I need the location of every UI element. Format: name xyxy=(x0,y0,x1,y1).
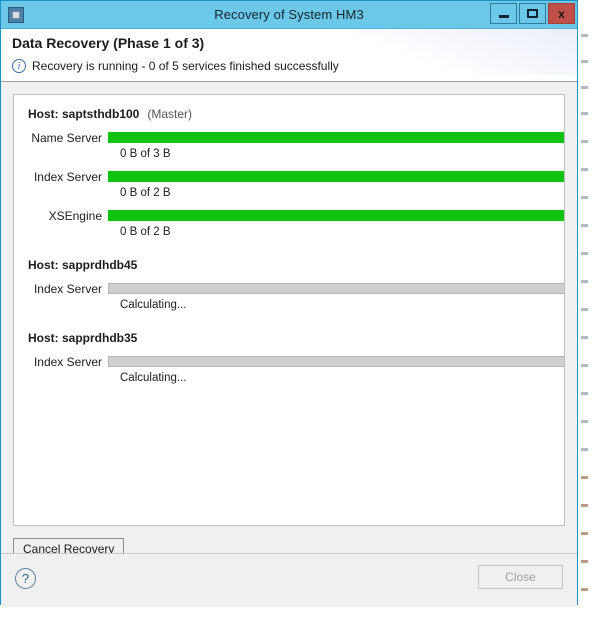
service-label: XSEngine xyxy=(48,208,102,223)
background-window-text-line xyxy=(581,560,588,563)
service-label: Index Server xyxy=(33,169,102,184)
background-window-text-line xyxy=(581,420,588,423)
background-window-text-line xyxy=(581,224,588,227)
status-row: i Recovery is running - 0 of 5 services … xyxy=(12,59,339,73)
background-window-text-line xyxy=(581,588,588,591)
host-name: Host: sapprdhdb35 xyxy=(28,331,138,345)
minimize-icon[interactable] xyxy=(490,3,517,24)
service-detail: Calculating... xyxy=(120,299,187,311)
progress-bar xyxy=(108,283,564,294)
background-window-text-line xyxy=(581,532,588,535)
status-text: Recovery is running - 0 of 5 services fi… xyxy=(32,59,339,73)
window-app-icon xyxy=(8,6,24,23)
background-window-text-line xyxy=(581,112,588,115)
service-label: Index Server xyxy=(33,281,102,296)
background-window-text-line xyxy=(581,504,588,507)
background-window-text-line xyxy=(581,196,588,199)
background-window-text-line xyxy=(581,34,588,37)
close-button[interactable]: Close xyxy=(478,565,563,589)
host-name: Host: sapprdhdb45 xyxy=(28,258,138,272)
window-controls: x xyxy=(490,3,575,24)
info-icon: i xyxy=(12,59,26,73)
dialog-footer: ? Close xyxy=(1,553,577,607)
background-window-text-line xyxy=(581,168,588,171)
close-icon[interactable]: x xyxy=(548,3,575,24)
background-window-text-line xyxy=(581,336,588,339)
progress-bar xyxy=(108,356,564,367)
host-heading: Host: saptsthdb100 (Master) xyxy=(28,107,564,121)
page-title: Data Recovery (Phase 1 of 3) xyxy=(12,35,205,51)
header-gradient xyxy=(297,29,577,75)
dialog-header: Data Recovery (Phase 1 of 3) i Recovery … xyxy=(1,29,577,82)
service-detail: 0 B of 3 B xyxy=(120,148,171,160)
background-window-text-line xyxy=(581,280,588,283)
service-label: Name Server xyxy=(31,130,102,145)
background-window-text-line xyxy=(581,392,588,395)
host-role: (Master) xyxy=(147,107,193,121)
title-bar: Recovery of System HM3 x xyxy=(1,1,577,29)
progress-bar xyxy=(108,132,564,143)
service-detail: 0 B of 2 B xyxy=(120,226,171,238)
help-icon[interactable]: ? xyxy=(15,568,36,589)
dialog-body: Host: saptsthdb100 (Master) Name Server 0… xyxy=(1,82,577,607)
service-row: XSEngine 0 B of 2 B xyxy=(28,209,564,238)
service-row: Index Server Calculating... xyxy=(28,355,564,384)
background-window-text-line xyxy=(581,448,588,451)
host-name: Host: saptsthdb100 xyxy=(28,107,140,121)
background-window-right xyxy=(578,0,594,617)
service-detail: 0 B of 2 B xyxy=(120,187,171,199)
service-label: Index Server xyxy=(33,354,102,369)
progress-panel: Host: saptsthdb100 (Master) Name Server 0… xyxy=(13,94,565,526)
host-heading: Host: sapprdhdb45 xyxy=(28,258,564,272)
background-window-text-line xyxy=(581,476,588,479)
background-window-text-line xyxy=(581,60,588,63)
service-detail: Calculating... xyxy=(120,372,187,384)
service-row: Name Server 0 B of 3 B xyxy=(28,131,564,160)
host-block: Host: saptsthdb100 (Master) Name Server 0… xyxy=(28,107,564,238)
background-window-text-line xyxy=(581,364,588,367)
service-row: Index Server Calculating... xyxy=(28,282,564,311)
background-window-text-line xyxy=(581,308,588,311)
recovery-dialog: Recovery of System HM3 x Data Recovery (… xyxy=(0,0,578,607)
background-window-text-line xyxy=(581,252,588,255)
background-window-text-line xyxy=(581,86,588,89)
host-list: Host: saptsthdb100 (Master) Name Server 0… xyxy=(14,95,564,384)
service-row: Index Server 0 B of 2 B xyxy=(28,170,564,199)
host-block: Host: sapprdhdb35 Index Server Calculati… xyxy=(28,331,564,384)
maximize-icon[interactable] xyxy=(519,3,546,24)
progress-bar xyxy=(108,210,564,221)
progress-bar xyxy=(108,171,564,182)
host-block: Host: sapprdhdb45 Index Server Calculati… xyxy=(28,258,564,311)
background-window-text-line xyxy=(581,140,588,143)
host-heading: Host: sapprdhdb35 xyxy=(28,331,564,345)
